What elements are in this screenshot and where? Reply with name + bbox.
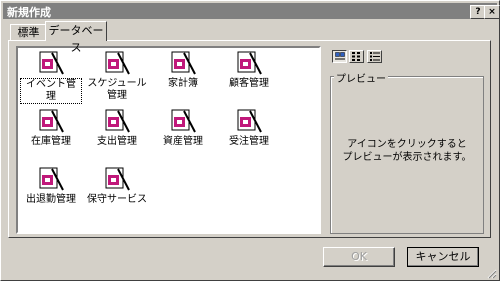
- template-item[interactable]: 受注管理: [218, 108, 280, 148]
- large-icons-icon: [335, 52, 345, 60]
- large-icons-view-button[interactable]: [332, 50, 347, 63]
- template-label: 在庫管理: [31, 136, 71, 147]
- template-label: 支出管理: [97, 136, 137, 147]
- document-template-icon: [171, 109, 196, 133]
- details-view-button[interactable]: [367, 50, 382, 63]
- cancel-button[interactable]: キャンセル: [407, 247, 479, 267]
- document-template-icon: [237, 109, 262, 133]
- details-icon: [370, 52, 380, 61]
- template-item[interactable]: イベント管理: [20, 50, 82, 104]
- template-item[interactable]: スケジュール管理: [86, 50, 148, 102]
- template-label: 顧客管理: [229, 78, 269, 89]
- document-template-icon: [105, 51, 130, 75]
- document-template-icon: [39, 51, 64, 75]
- template-list[interactable]: イベント管理 スケジュール管理 家計簿 顧客管理 在庫管理 支出管理 資産管理: [16, 46, 321, 234]
- resize-grip-icon[interactable]: [487, 269, 497, 279]
- window-title: 新規作成: [7, 6, 51, 19]
- template-label: イベント管理: [20, 78, 82, 104]
- preview-message-line1: アイコンをクリックすると: [347, 139, 467, 150]
- template-label: スケジュール管理: [87, 78, 147, 101]
- document-template-icon: [105, 109, 130, 133]
- preview-message: アイコンをクリックすると プレビューが表示されます。: [330, 138, 484, 164]
- list-icon: [352, 52, 360, 61]
- ok-button[interactable]: OK: [323, 247, 395, 267]
- template-label: 家計簿: [168, 78, 198, 89]
- template-label: 受注管理: [229, 136, 269, 147]
- template-label: 資産管理: [163, 136, 203, 147]
- document-template-icon: [39, 109, 64, 133]
- close-button[interactable]: ×: [484, 5, 500, 19]
- preview-message-line2: プレビューが表示されます。: [342, 152, 472, 163]
- template-label: 出退勤管理: [26, 194, 76, 205]
- document-template-icon: [105, 167, 130, 191]
- template-item[interactable]: 支出管理: [86, 108, 148, 148]
- template-label: 保守サービス: [87, 194, 147, 205]
- tab-standard[interactable]: 標準: [10, 24, 47, 41]
- template-item[interactable]: 家計簿: [152, 50, 214, 90]
- title-bar[interactable]: 新規作成 ? ×: [3, 3, 500, 19]
- preview-legend: プレビュー: [334, 70, 388, 85]
- document-template-icon: [39, 167, 64, 191]
- document-template-icon: [171, 51, 196, 75]
- template-item[interactable]: 資産管理: [152, 108, 214, 148]
- template-item[interactable]: 顧客管理: [218, 50, 280, 90]
- template-item[interactable]: 出退勤管理: [20, 166, 82, 206]
- tab-database[interactable]: データベース: [45, 21, 107, 54]
- list-view-button[interactable]: [349, 50, 364, 63]
- new-document-dialog: 新規作成 ? × 標準 データベース イベント管理 スケジュール管理 家計簿 顧…: [0, 0, 500, 281]
- template-item[interactable]: 在庫管理: [20, 108, 82, 148]
- document-template-icon: [237, 51, 262, 75]
- template-item[interactable]: 保守サービス: [86, 166, 148, 206]
